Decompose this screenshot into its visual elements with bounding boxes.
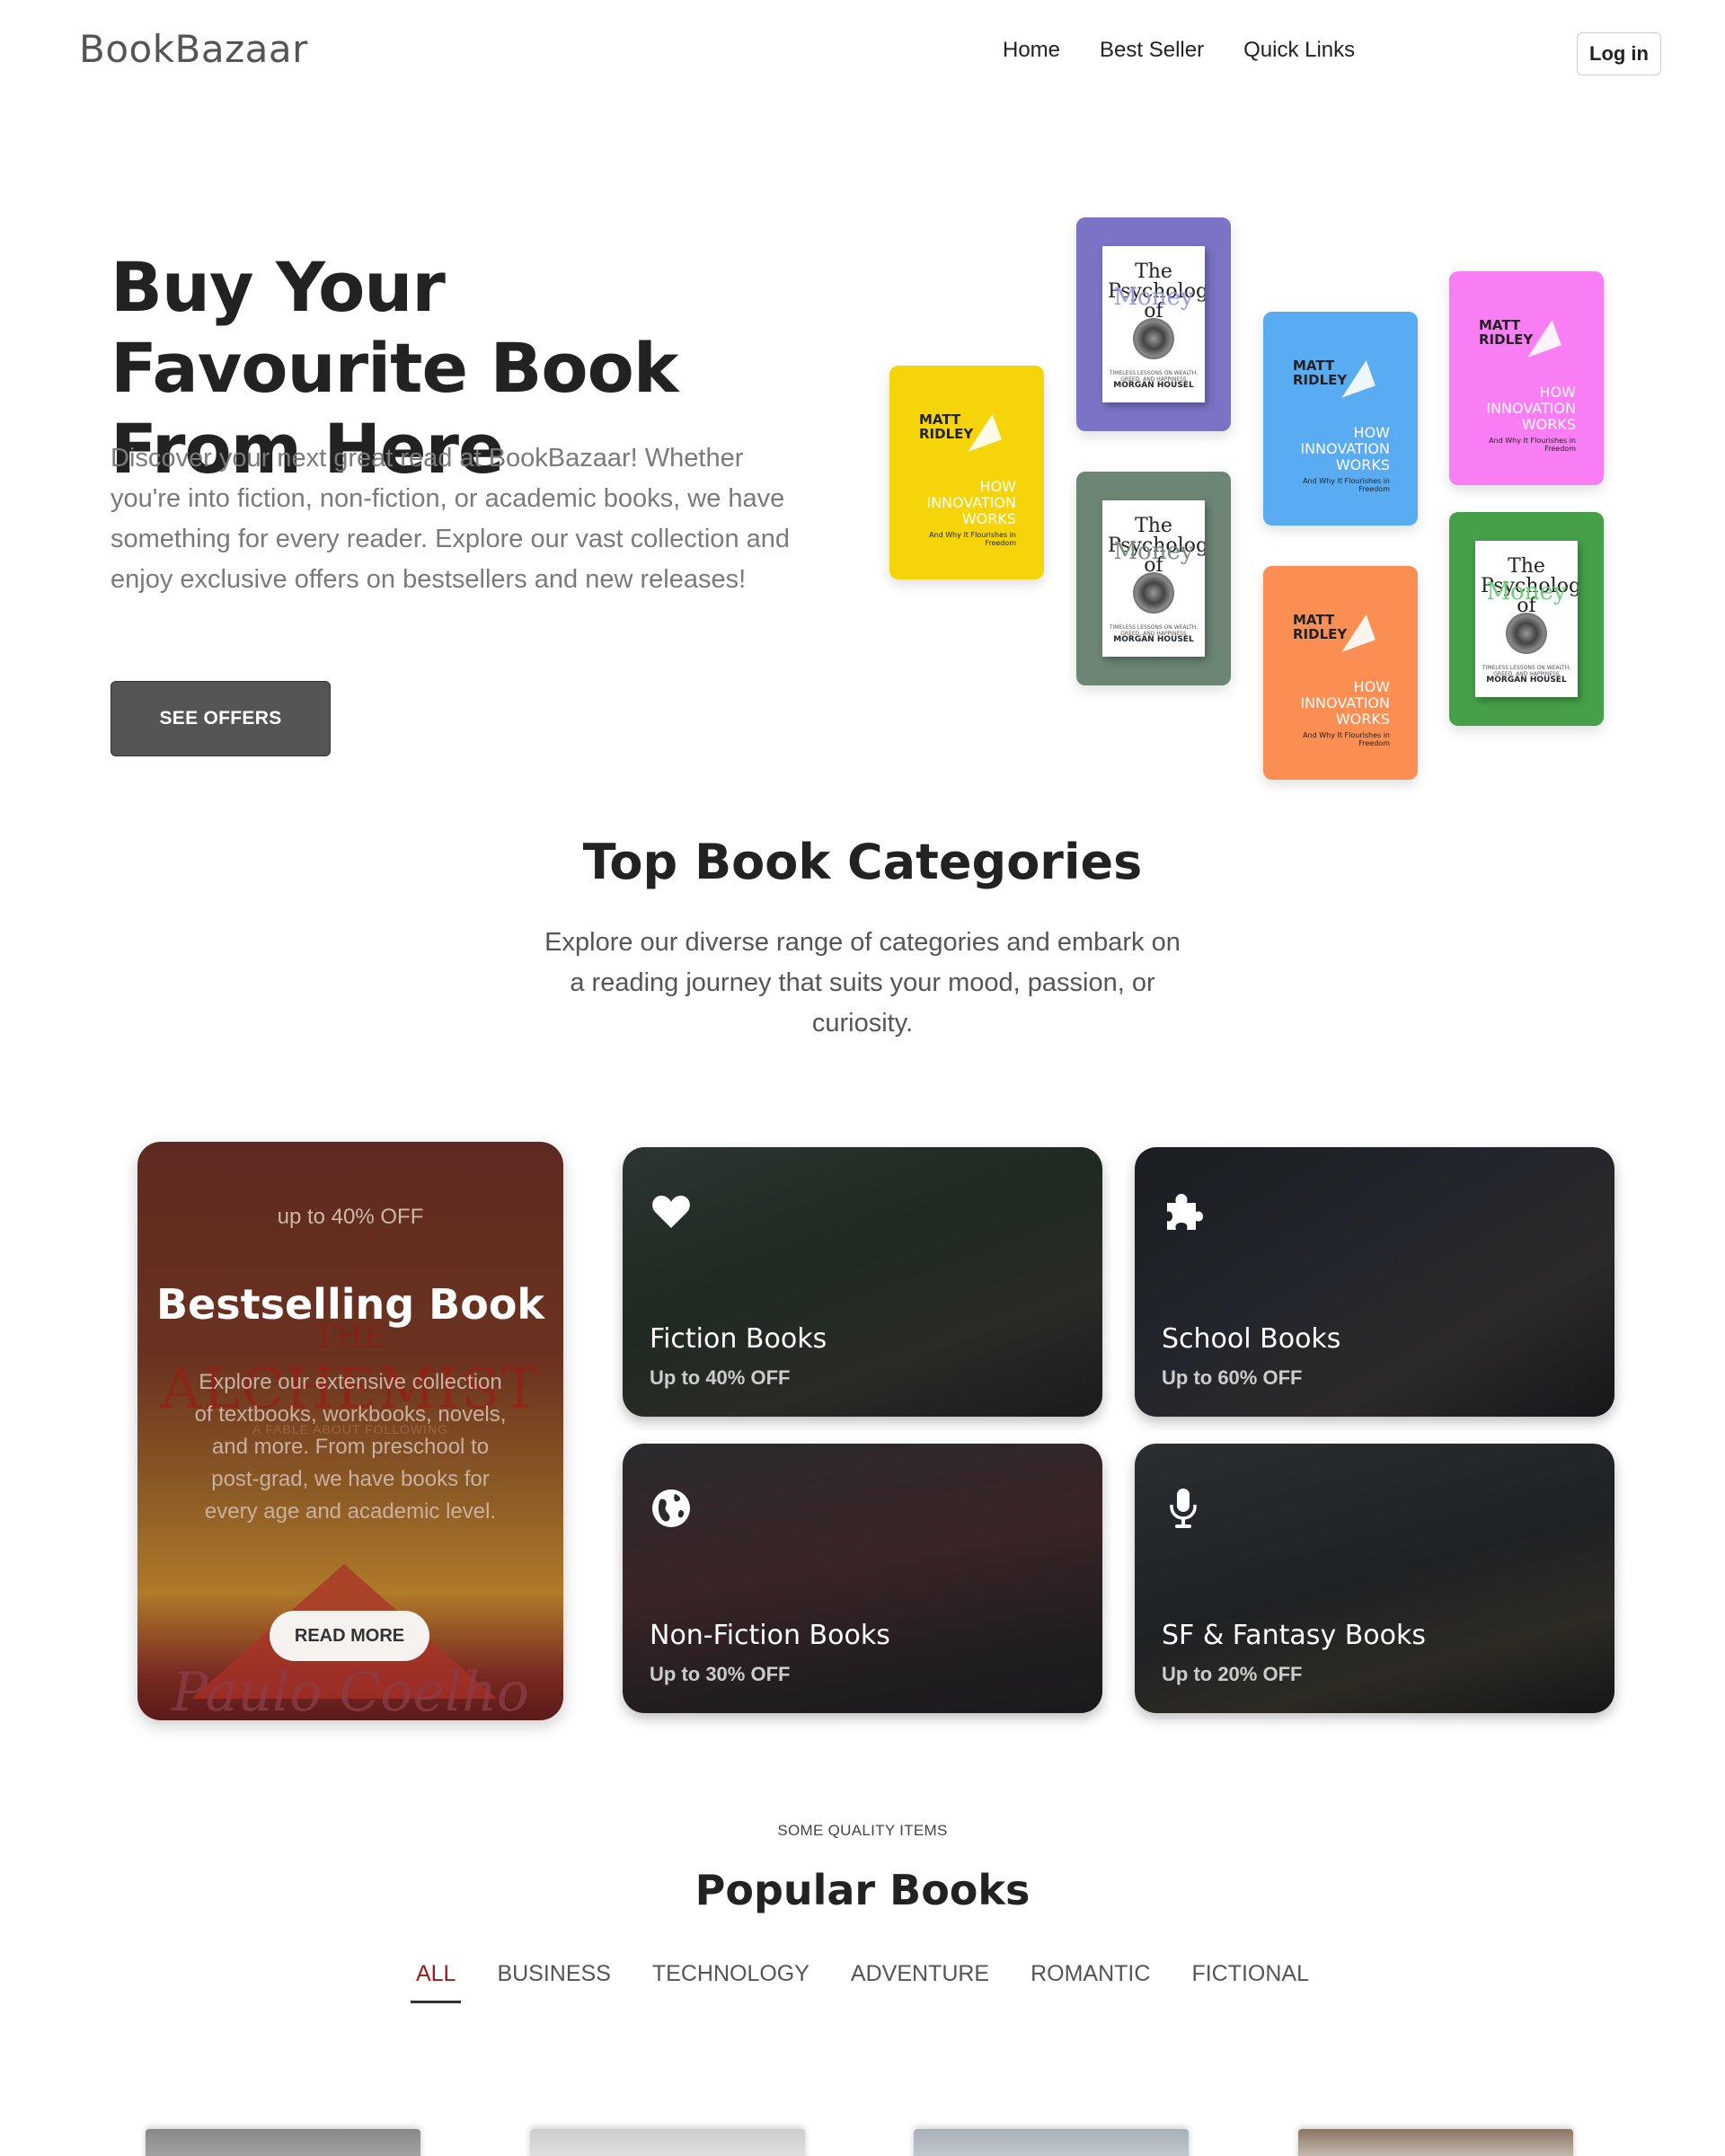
category-discount: Up to 20% OFF: [1162, 1663, 1303, 1685]
cover-title: HOW INNOVATION WORKS: [1300, 424, 1390, 473]
bestselling-offer: up to 40% OFF: [277, 1205, 424, 1229]
cover-author: MORGAN HOUSEL: [1113, 635, 1194, 644]
category-discount: Up to 40% OFF: [650, 1366, 791, 1389]
brand-logo[interactable]: BookBazaar: [79, 27, 308, 71]
brain-illustration: [1133, 572, 1174, 614]
cover-title: HOW INNOVATION WORKS: [1300, 678, 1390, 728]
cover-subtitle: And Why It Flourishes in Freedom: [1303, 731, 1390, 747]
cover-title-money: Money: [1113, 538, 1194, 565]
category-school[interactable]: School Books Up to 60% OFF: [1135, 1147, 1614, 1417]
cover-subtitle: And Why It Flourishes in Freedom: [1489, 437, 1576, 453]
category-discount: Up to 60% OFF: [1162, 1366, 1303, 1389]
cover-title: HOW INNOVATION WORKS: [1486, 384, 1576, 433]
category-name: School Books: [1162, 1323, 1341, 1355]
popular-title: Popular Books: [694, 1866, 1031, 1914]
main-menu: Home Best Seller Quick Links: [1003, 38, 1355, 63]
heart-icon: [652, 1196, 690, 1228]
microphone-icon: [1170, 1489, 1197, 1528]
how-innovation-works-cover: MATT RIDLEY HOW INNOVATION WORKS And Why I…: [1289, 340, 1392, 497]
category-non-fiction[interactable]: Non-Fiction Books Up to 30% OFF: [623, 1444, 1102, 1713]
tab-romantic[interactable]: ROMANTIC: [1025, 1961, 1155, 2003]
popular-book-card[interactable]: [1298, 2129, 1573, 2156]
author-signature: Paulo Coelho: [172, 1661, 529, 1720]
navbar: BookBazaar Home Best Seller Quick Links …: [0, 0, 1725, 103]
categories-description: Explore our diverse range of categories …: [544, 928, 1181, 1038]
nav-best-seller[interactable]: Best Seller: [1100, 38, 1204, 63]
category-discount: Up to 30% OFF: [650, 1663, 791, 1685]
hero-book-blue[interactable]: MATT RIDLEY HOW INNOVATION WORKS And Why I…: [1263, 312, 1418, 526]
hero-book-yellow[interactable]: MATT RIDLEY HOW INNOVATION WORKS And Why I…: [889, 366, 1044, 579]
bestselling-card[interactable]: THE ALCHEMIST A FABLE ABOUT FOLLOWING Pa…: [137, 1142, 563, 1720]
brain-illustration: [1133, 318, 1174, 359]
popular-tabs: ALL BUSINESS TECHNOLOGY ADVENTURE ROMANT…: [0, 1961, 1725, 2003]
cover-subtitle: And Why It Flourishes in Freedom: [929, 531, 1016, 547]
how-innovation-works-cover: MATT RIDLEY HOW INNOVATION WORKS And Why I…: [1289, 595, 1392, 751]
cover-author: MORGAN HOUSEL: [1486, 676, 1567, 685]
category-name: Non-Fiction Books: [650, 1620, 890, 1651]
tab-business[interactable]: BUSINESS: [491, 1961, 615, 2003]
cover-title-money: Money: [1486, 579, 1567, 605]
nav-quick-links[interactable]: Quick Links: [1243, 38, 1355, 63]
popular-book-card[interactable]: [146, 2129, 420, 2156]
hero-book-orange[interactable]: MATT RIDLEY HOW INNOVATION WORKS And Why I…: [1263, 566, 1418, 780]
nav-home[interactable]: Home: [1003, 38, 1060, 63]
bestselling-title: Bestselling Book: [155, 1280, 545, 1329]
puzzle-icon: [1167, 1194, 1203, 1230]
globe-icon: [652, 1489, 690, 1527]
tab-technology[interactable]: TECHNOLOGY: [647, 1961, 815, 2003]
hero-book-green[interactable]: The Psychology ofMoneyTIMELESS LESSONS O…: [1449, 512, 1604, 726]
cover-subtitle: And Why It Flourishes in Freedom: [1303, 477, 1390, 493]
popular-kicker: SOME QUALITY ITEMS: [777, 1822, 948, 1839]
hero-book-sage[interactable]: The Psychology ofMoneyTIMELESS LESSONS O…: [1076, 472, 1231, 685]
hero-description: Discover your next great read at BookBaz…: [111, 444, 791, 594]
tab-all[interactable]: ALL: [410, 1961, 462, 2003]
category-name: SF & Fantasy Books: [1162, 1620, 1427, 1651]
popular-book-card[interactable]: [530, 2129, 805, 2156]
read-more-button[interactable]: READ MORE: [270, 1611, 429, 1661]
cover-author: MORGAN HOUSEL: [1113, 381, 1194, 390]
cover-title: HOW INNOVATION WORKS: [926, 478, 1016, 527]
psychology-of-money-cover: The Psychology ofMoneyTIMELESS LESSONS O…: [1475, 541, 1578, 697]
category-fiction[interactable]: Fiction Books Up to 40% OFF: [623, 1147, 1102, 1417]
brain-illustration: [1506, 613, 1547, 654]
how-innovation-works-cover: MATT RIDLEY HOW INNOVATION WORKS And Why I…: [1475, 300, 1578, 456]
psychology-of-money-cover: The Psychology ofMoneyTIMELESS LESSONS O…: [1102, 500, 1205, 657]
hero-book-purple[interactable]: The Psychology ofMoneyTIMELESS LESSONS O…: [1076, 217, 1231, 431]
cover-title-money: Money: [1113, 284, 1194, 311]
hero-book-pink[interactable]: MATT RIDLEY HOW INNOVATION WORKS And Why I…: [1449, 271, 1604, 485]
see-offers-button[interactable]: SEE OFFERS: [111, 681, 331, 756]
bestselling-description: Explore our extensive collection of text…: [194, 1370, 507, 1524]
tab-fictional[interactable]: FICTIONAL: [1186, 1961, 1314, 2003]
categories-title: Top Book Categories: [582, 834, 1143, 890]
category-name: Fiction Books: [650, 1323, 827, 1355]
tab-adventure[interactable]: ADVENTURE: [845, 1961, 995, 2003]
login-button[interactable]: Log in: [1577, 32, 1661, 75]
psychology-of-money-cover: The Psychology ofMoneyTIMELESS LESSONS O…: [1102, 246, 1205, 402]
popular-book-card[interactable]: [914, 2129, 1189, 2156]
how-innovation-works-cover: MATT RIDLEY HOW INNOVATION WORKS And Why I…: [916, 394, 1018, 551]
category-sf-fantasy[interactable]: SF & Fantasy Books Up to 20% OFF: [1135, 1444, 1614, 1713]
